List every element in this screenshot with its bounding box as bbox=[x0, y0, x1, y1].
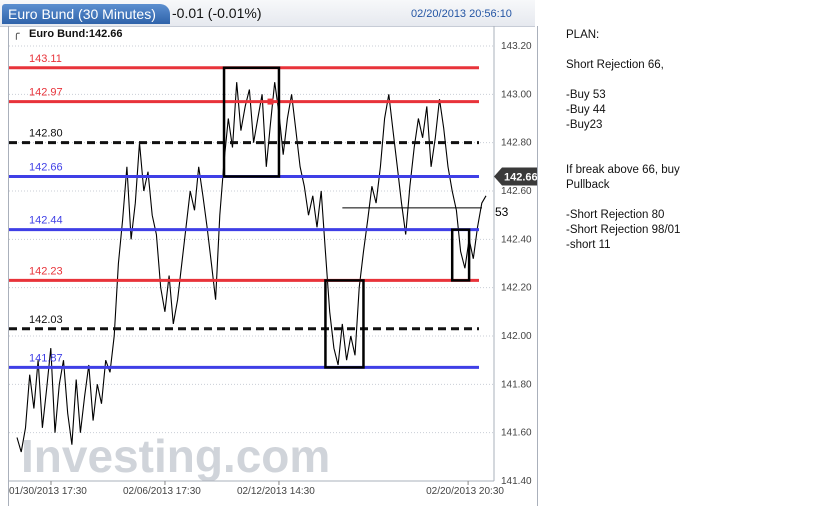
price-line bbox=[16, 82, 487, 453]
level-label: 142.03 bbox=[29, 314, 63, 326]
y-tick-label: 142.20 bbox=[501, 283, 532, 294]
highlight-boxes: 53 bbox=[222, 66, 509, 369]
note-line: -Buy23 bbox=[566, 119, 603, 131]
watermark: Investing.com bbox=[21, 430, 330, 482]
note-line: -short 11 bbox=[566, 239, 611, 251]
note-line bbox=[566, 43, 680, 58]
current-price-tag: 142.66 bbox=[494, 167, 546, 186]
level-marker bbox=[267, 98, 274, 105]
x-tick-label: 01/30/2013 17:30 bbox=[9, 486, 87, 497]
annotation-label: 53 bbox=[495, 205, 509, 219]
note-line: -Short Rejection 80 bbox=[566, 209, 665, 221]
chart-top-bar: ╭ Euro Bund:142.66 bbox=[13, 28, 123, 40]
y-tick-label: 143.00 bbox=[501, 89, 532, 100]
note-line: Pullback bbox=[566, 179, 610, 191]
y-tick-label: 141.60 bbox=[501, 428, 532, 439]
instrument-label: Euro Bund:142.66 bbox=[29, 28, 123, 40]
chart-title-tab[interactable]: Euro Bund (30 Minutes) bbox=[2, 4, 170, 24]
level-label: 142.66 bbox=[29, 162, 63, 174]
y-tick-label: 142.40 bbox=[501, 234, 532, 245]
x-tick-label: 02/06/2013 17:30 bbox=[123, 486, 201, 497]
note-line bbox=[566, 133, 680, 148]
x-axis: 01/30/2013 17:30 02/06/2013 17:30 02/12/20… bbox=[9, 480, 504, 497]
level-label: 142.97 bbox=[29, 87, 63, 99]
watermark-text: Investing.com bbox=[21, 430, 330, 482]
x-tick-label: 02/12/2013 14:30 bbox=[237, 486, 315, 497]
price-chart[interactable]: Investing.com 143.11142.97142.80142.6614… bbox=[9, 26, 546, 506]
y-tick-label: 141.80 bbox=[501, 379, 532, 390]
level-label: 142.44 bbox=[29, 215, 63, 227]
price-tag-label: 142.66 bbox=[504, 172, 537, 184]
note-line bbox=[566, 73, 680, 88]
y-tick-label: 142.00 bbox=[501, 331, 532, 342]
note-line bbox=[566, 193, 680, 208]
plot-area[interactable]: Investing.com 143.11 142.97 142.80 142.66 14… bbox=[8, 26, 546, 506]
note-line: -Short Rejection 98/01 bbox=[566, 224, 681, 236]
note-line bbox=[566, 148, 680, 163]
trading-plan-notes: PLAN: Short Rejection 66, -Buy 53 -Buy 44 -B… bbox=[566, 28, 680, 253]
note-line: -Buy 44 bbox=[566, 104, 606, 116]
note-line: PLAN: bbox=[566, 29, 600, 41]
chart-header: Euro Bund (30 Minutes) -0.01 (-0.01%) 02… bbox=[0, 0, 535, 27]
chart-panel: Euro Bund (30 Minutes) -0.01 (-0.01%) 02… bbox=[0, 0, 546, 506]
level-label: 143.11 bbox=[29, 53, 62, 65]
price-change: -0.01 (-0.01%) bbox=[172, 5, 262, 21]
level-label: 142.80 bbox=[29, 128, 63, 140]
level-lines: 143.11 142.97 142.80 142.66 142.44 142.23 142.… bbox=[9, 53, 479, 369]
level-label: 141.87 bbox=[29, 352, 63, 364]
y-tick-label: 142.80 bbox=[501, 138, 532, 149]
x-tick-label: 02/20/2013 20:30 bbox=[426, 486, 504, 497]
last-update-time: 02/20/2013 20:56:10 bbox=[411, 8, 512, 20]
chart-type-icon: ╭ bbox=[13, 28, 20, 40]
y-tick-label: 142.60 bbox=[501, 186, 532, 197]
note-line: -Buy 53 bbox=[566, 89, 606, 101]
y-tick-label: 143.20 bbox=[501, 41, 532, 52]
note-line: If break above 66, buy bbox=[566, 164, 680, 176]
price-series bbox=[16, 82, 487, 453]
y-tick-label: 141.40 bbox=[501, 476, 532, 487]
y-axis: 143.20 143.00 142.80 142.60 142.40 142.20 142.… bbox=[493, 26, 532, 487]
level-label: 142.23 bbox=[29, 265, 63, 277]
note-line: Short Rejection 66, bbox=[566, 59, 664, 71]
